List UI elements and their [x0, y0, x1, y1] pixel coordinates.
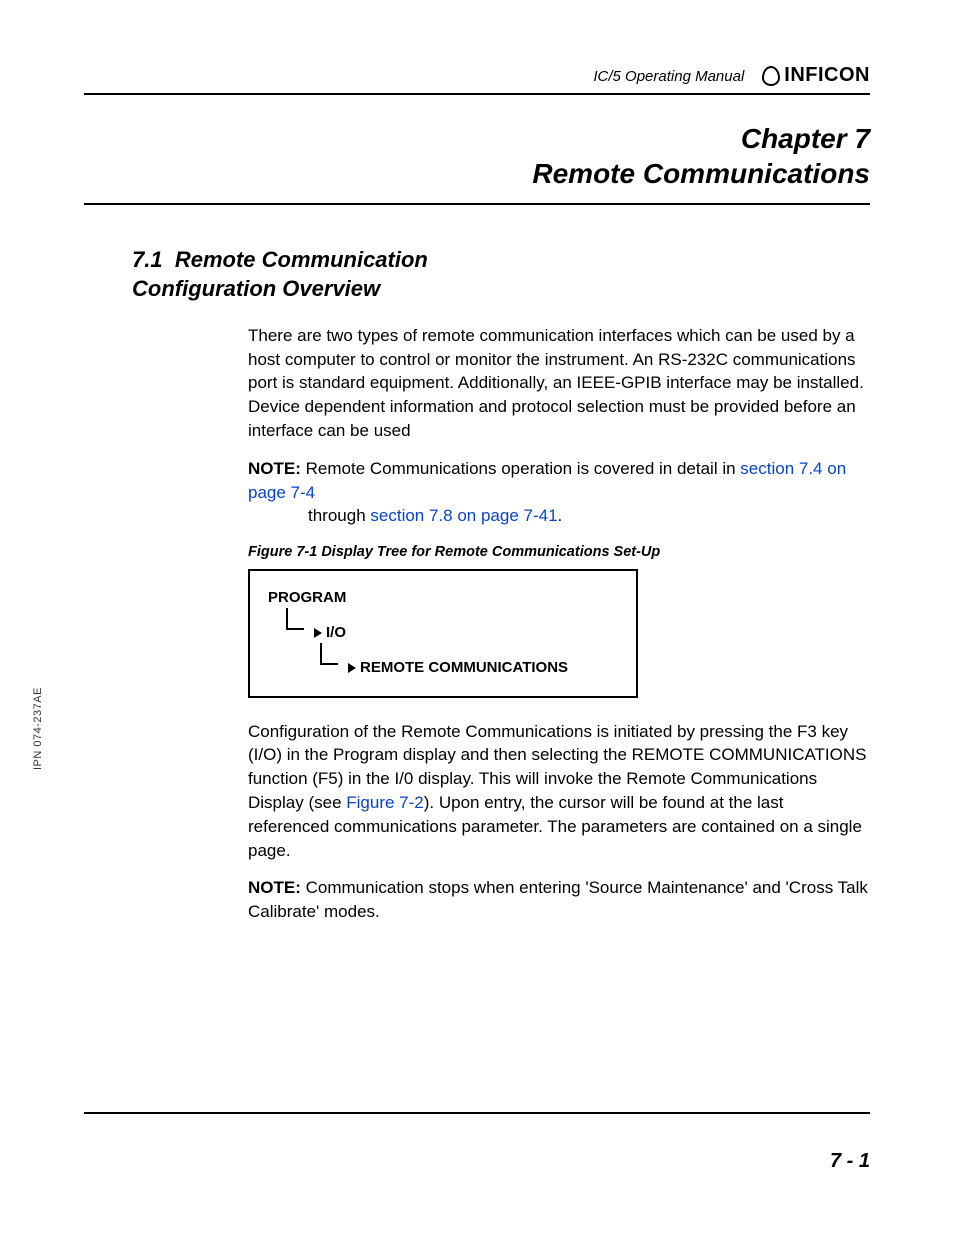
page-number: 7 - 1 [830, 1150, 870, 1173]
header-rule [84, 93, 870, 95]
arrow-right-icon [314, 628, 322, 638]
section-heading: 7.1 Remote Communication Configuration O… [132, 245, 870, 304]
xref-section-7-8[interactable]: section 7.8 on page 7-41 [370, 506, 557, 525]
figure-caption: Figure 7-1 Display Tree for Remote Commu… [248, 542, 868, 562]
arrow-right-icon [348, 663, 356, 673]
section-title-line2: Configuration Overview [132, 276, 380, 301]
manual-title: IC/5 Operating Manual [593, 68, 744, 87]
tree-elbow-icon [286, 618, 308, 638]
page-header: IC/5 Operating Manual INFICON [84, 64, 870, 93]
brand-logo: INFICON [762, 64, 870, 87]
chapter-number: Chapter 7 [84, 121, 870, 156]
chapter-title: Chapter 7 Remote Communications [84, 121, 870, 191]
chapter-rule [84, 203, 870, 205]
note-label: NOTE: [248, 878, 301, 897]
note-2-text: Communication stops when entering 'Sourc… [248, 878, 868, 921]
paragraph-config: Configuration of the Remote Communicatio… [248, 720, 868, 863]
note-label: NOTE: [248, 459, 301, 478]
xref-figure-7-2[interactable]: Figure 7-2 [346, 793, 423, 812]
figure-7-1: PROGRAM I/O REMOTE COMMUNICATIONS [248, 569, 638, 698]
tree-node-io: I/O [326, 622, 346, 643]
footer-rule [84, 1112, 870, 1114]
section-number: 7.1 [132, 247, 163, 272]
paragraph-intro: There are two types of remote communicat… [248, 324, 868, 443]
section-title-line1: Remote Communication [175, 247, 428, 272]
note-1-pre: Remote Communications operation is cover… [306, 459, 741, 478]
note-1-mid: through [308, 506, 370, 525]
tree-node-io-row: I/O [286, 614, 618, 643]
inficon-icon [762, 66, 780, 86]
tree-node-remote: REMOTE COMMUNICATIONS [360, 657, 568, 678]
tree-elbow-icon [320, 653, 342, 673]
brand-text: INFICON [784, 64, 870, 87]
tree-node-remote-row: REMOTE COMMUNICATIONS [320, 649, 618, 678]
note-1: NOTE: Remote Communications operation is… [248, 457, 868, 528]
note-2: NOTE: Communication stops when entering … [248, 876, 868, 924]
chapter-name: Remote Communications [84, 156, 870, 191]
tree-node-program: PROGRAM [268, 587, 618, 608]
note-1-post: . [558, 506, 563, 525]
side-ipn: IPN 074-237AE [32, 687, 44, 770]
